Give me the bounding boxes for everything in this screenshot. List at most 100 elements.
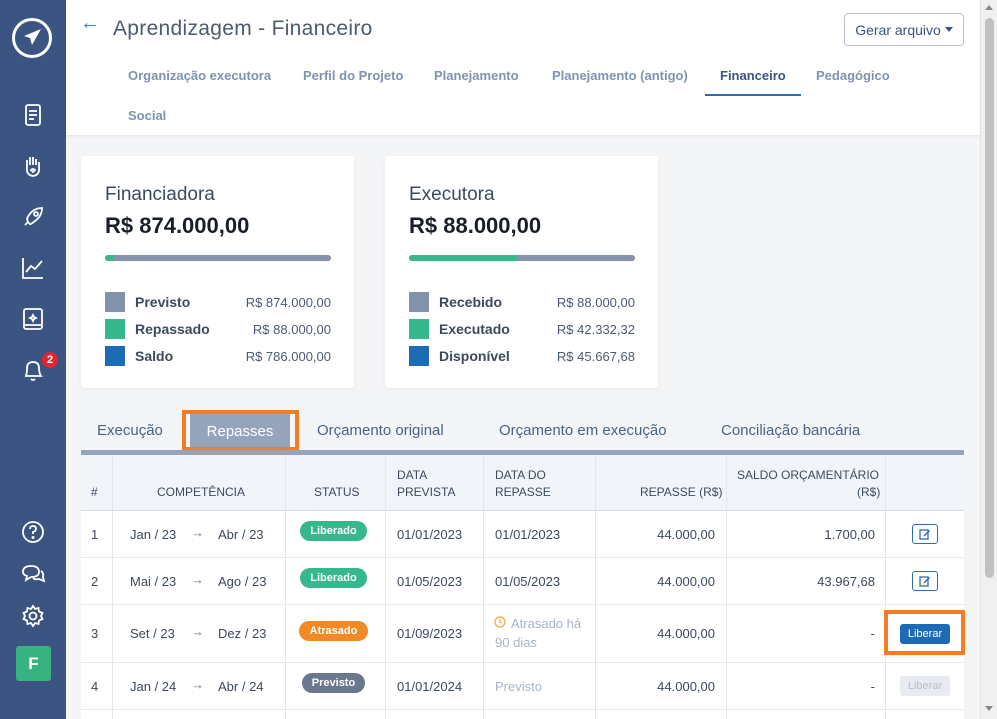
th-status: STATUS [314,485,360,499]
legend-label: Disponível [439,348,510,364]
tab-planejamento[interactable]: Planejamento [434,68,519,83]
executora-card: Executora R$ 88.000,00 Recebido R$ 88.00… [385,156,658,388]
financiadora-card: Financiadora R$ 874.000,00 Previsto R$ 8… [81,156,354,388]
back-arrow-icon[interactable]: ← [80,12,100,35]
competencia-to: Dez / 23 [218,626,267,641]
legend-value: R$ 88.000,00 [556,294,635,310]
status-badge: Previsto [302,673,365,693]
chat-icon[interactable] [17,558,49,590]
edit-icon [919,529,930,540]
caret-down-icon [944,27,953,32]
legend-label: Executado [439,321,510,337]
competencia-to: Abr / 24 [218,679,264,694]
saldo-value: 43.967,68 [817,574,875,589]
table-row: 2 Mai / 23 → Ago / 23 Liberado 01/05/202… [81,558,964,605]
status-badge: Liberado [300,521,367,541]
row-num: 3 [91,626,99,641]
tab-social[interactable]: Social [128,108,166,123]
legend-label: Repassado [135,321,210,337]
gear-icon[interactable] [17,600,49,632]
competencia-from: Jan / 24 [130,679,177,694]
subtab-conciliacao-bancaria[interactable]: Conciliação bancária [721,422,860,439]
app-logo[interactable] [12,18,52,58]
liberar-button-disabled[interactable]: Liberar [900,676,950,696]
competencia-from: Jan / 23 [130,527,177,542]
legend-row-disponivel: Disponível R$ 45.667,68 [409,346,635,366]
card-amount: R$ 874.000,00 [105,213,250,238]
scroll-down-icon[interactable] [985,706,993,711]
help-icon[interactable] [17,516,49,548]
tab-pedagogico[interactable]: Pedagógico [816,68,890,83]
table-header: # COMPETÊNCIA STATUS DATA PREVISTA DATA … [81,455,964,511]
legend-row-recebido: Recebido R$ 88.000,00 [409,292,635,312]
clock-icon [494,616,506,631]
th-data-repasse-2: REPASSE [495,485,551,499]
card-title: Executora [409,184,495,205]
notification-badge: 2 [40,350,60,370]
atrasado-text-2: 90 dias [495,635,537,650]
legend-row-previsto: Previsto R$ 874.000,00 [105,292,331,312]
book-icon[interactable] [17,303,49,335]
progress-bar-fill [105,255,115,261]
competencia-from: Mai / 23 [130,574,177,589]
scrollbar[interactable] [980,0,997,719]
data-prevista: 01/09/2023 [397,626,463,641]
repasse-value: 44.000,00 [657,626,715,641]
legend-label: Previsto [135,294,191,310]
card-amount: R$ 88.000,00 [409,213,542,238]
gerar-arquivo-button[interactable]: Gerar arquivo [844,13,964,46]
highlight-box [182,410,299,451]
th-num: # [91,485,98,499]
gerar-arquivo-label: Gerar arquivo [855,21,941,38]
subtab-orcamento-em-execucao[interactable]: Orçamento em execução [499,422,667,439]
arrow-right-icon: → [191,677,204,692]
page-header: ← Aprendizagem - Financeiro Gerar arquiv… [66,0,980,135]
legend-value: R$ 42.332,32 [556,321,635,337]
avatar[interactable]: F [16,646,51,681]
repasse-value: 44.000,00 [657,574,715,589]
legend-label: Recebido [439,294,503,310]
th-competencia: COMPETÊNCIA [157,485,246,499]
repasse-value: 44.000,00 [657,527,715,542]
chart-line-icon[interactable] [17,252,49,284]
edit-button[interactable] [912,524,938,544]
scroll-up-icon[interactable] [985,5,993,10]
subtab-execucao[interactable]: Execução [97,422,163,439]
edit-button[interactable] [912,571,938,591]
competencia-to: Abr / 23 [218,527,264,542]
legend-value: R$ 88.000,00 [252,321,331,337]
th-repasse: REPASSE (R$) [640,485,723,499]
rocket-icon[interactable] [17,201,49,233]
legend-label: Saldo [135,348,174,364]
legend-row-executado: Executado R$ 42.332,32 [409,319,635,339]
tab-financeiro[interactable]: Financeiro [720,68,786,83]
subtab-orcamento-original[interactable]: Orçamento original [317,422,444,439]
legend-value: R$ 874.000,00 [245,294,331,310]
legend-row-saldo: Saldo R$ 786.000,00 [105,346,331,366]
legend-row-repassado: Repassado R$ 88.000,00 [105,319,331,339]
legend-value: R$ 786.000,00 [245,348,331,364]
tab-organizacao-executora[interactable]: Organização executora [128,68,271,83]
arrow-right-icon: → [191,572,204,587]
repasse-value: 44.000,00 [657,679,715,694]
th-data-prevista-2: PREVISTA [397,485,456,499]
saldo-value: - [870,679,875,694]
progress-bar [409,255,635,261]
arrow-right-icon: → [191,624,204,639]
document-icon[interactable] [17,99,49,131]
progress-bar [105,255,331,261]
row-num: 1 [91,527,99,542]
hand-heart-icon[interactable] [17,150,49,182]
competencia-to: Ago / 23 [218,574,267,589]
legend-swatch [105,292,125,312]
th-saldo-1: SALDO ORÇAMENTÁRIO [737,468,880,482]
scroll-thumb[interactable] [985,18,994,578]
tab-perfil-do-projeto[interactable]: Perfil do Projeto [303,68,403,83]
th-data-prevista-1: DATA [397,468,428,482]
data-prevista: 01/01/2023 [397,527,463,542]
saldo-value: - [870,626,875,641]
tab-planejamento-antigo[interactable]: Planejamento (antigo) [552,68,688,83]
data-repasse: 01/01/2023 [495,527,561,542]
data-prevista: 01/01/2024 [397,679,463,694]
paper-plane-icon [24,29,41,45]
